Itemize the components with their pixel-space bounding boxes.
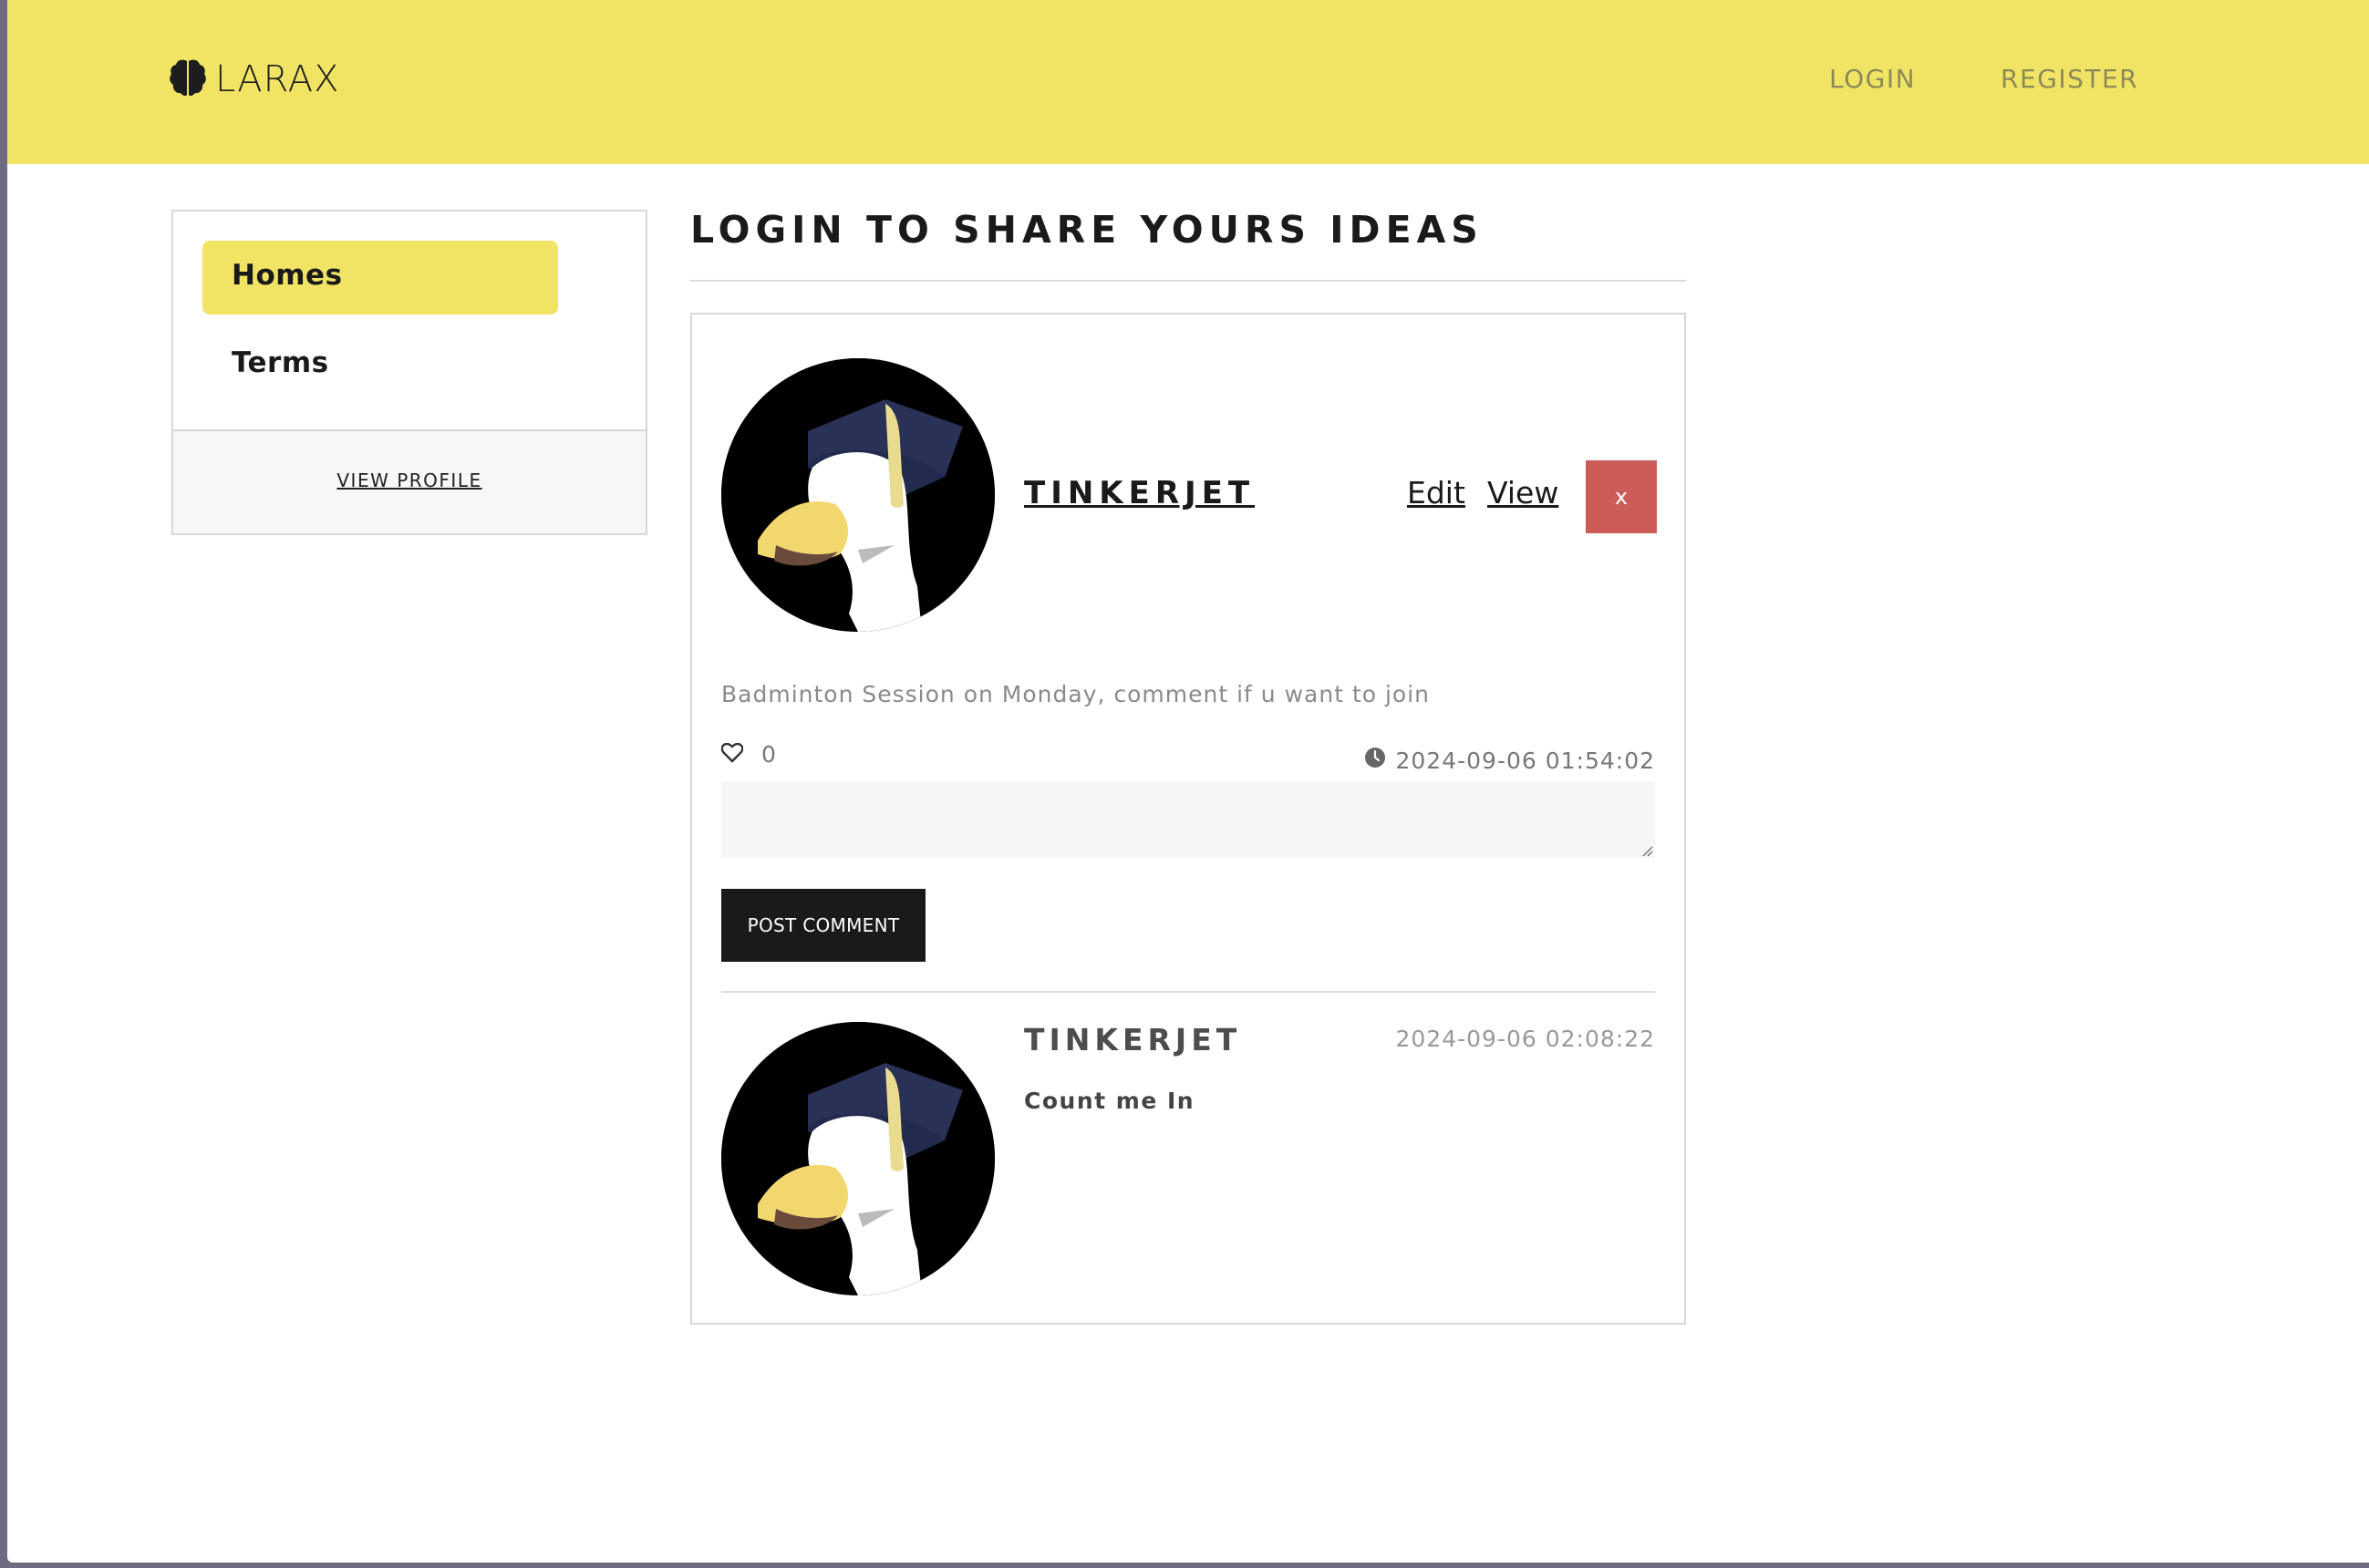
sidebar-item-terms[interactable]: Terms xyxy=(232,346,329,379)
comment-body: Count me In xyxy=(1024,1088,1195,1114)
comment-input[interactable] xyxy=(721,781,1655,858)
post-author-name[interactable]: TINKERJET xyxy=(1024,475,1255,511)
comment-divider xyxy=(721,991,1655,993)
post-timestamp: 2024-09-06 01:54:02 xyxy=(1364,747,1655,774)
view-link[interactable]: View xyxy=(1487,475,1558,511)
nav-register-link[interactable]: REGISTER xyxy=(2001,64,2138,94)
brain-icon xyxy=(170,58,206,100)
heart-icon[interactable] xyxy=(720,742,744,767)
nav-login-link[interactable]: LOGIN xyxy=(1829,64,1916,94)
post-comment-button[interactable]: POST COMMENT xyxy=(721,889,926,962)
clock-icon xyxy=(1364,747,1386,774)
post-author-avatar[interactable] xyxy=(721,358,995,632)
brand-name: LARAX xyxy=(215,58,340,100)
comment-author-avatar[interactable] xyxy=(721,1022,995,1295)
brand-logo[interactable]: LARAX xyxy=(170,58,340,100)
browser-window: LARAX LOGIN REGISTER Homes Terms VIEW PR… xyxy=(7,0,2369,1563)
post-card: TINKERJET Edit View x Badminton Session … xyxy=(690,313,1686,1325)
comment-timestamp: 2024-09-06 02:08:22 xyxy=(1395,1026,1655,1052)
sidebar: Homes Terms VIEW PROFILE xyxy=(171,210,647,535)
like-control[interactable]: 0 xyxy=(720,741,776,768)
comment-author-name: TINKERJET xyxy=(1024,1022,1242,1057)
sidebar-footer: VIEW PROFILE xyxy=(173,429,646,533)
edit-link[interactable]: Edit xyxy=(1407,475,1465,511)
delete-button[interactable]: x xyxy=(1586,460,1657,533)
title-divider xyxy=(690,280,1686,282)
resize-grip-icon[interactable] xyxy=(1640,843,1653,857)
post-body: Badminton Session on Monday, comment if … xyxy=(721,681,1431,707)
page-title: LOGIN TO SHARE YOURS IDEAS xyxy=(690,208,1484,252)
top-navbar: LARAX LOGIN REGISTER xyxy=(7,0,2369,164)
view-profile-link[interactable]: VIEW PROFILE xyxy=(173,469,646,491)
like-count: 0 xyxy=(761,741,776,768)
post-timestamp-text: 2024-09-06 01:54:02 xyxy=(1395,747,1655,774)
sidebar-item-homes-label[interactable]: Homes xyxy=(232,259,343,292)
